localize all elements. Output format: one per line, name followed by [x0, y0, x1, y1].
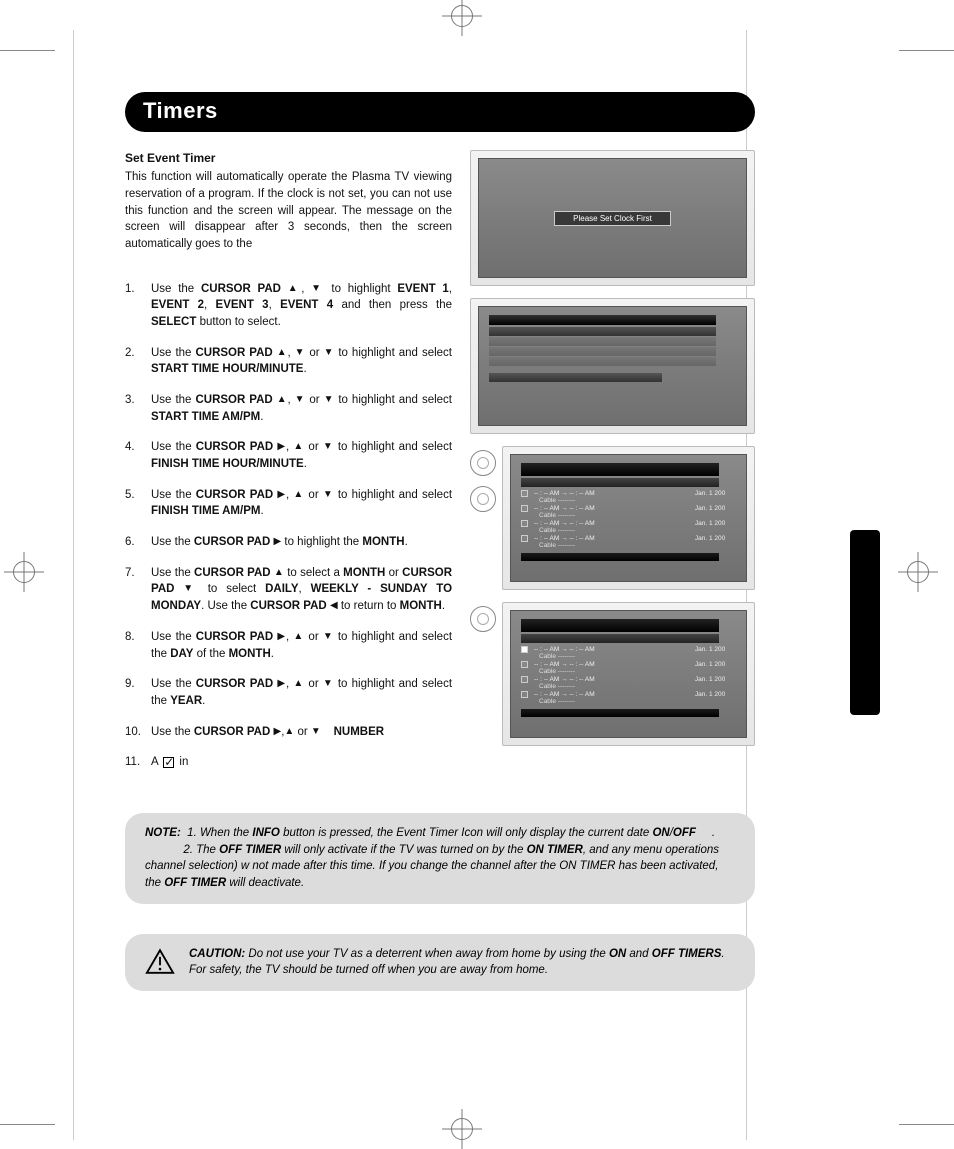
section-title: Timers [143, 98, 737, 124]
crop-mark [0, 50, 55, 51]
intro-paragraph: This function will automatically operate… [125, 169, 452, 252]
step-item: Use the CURSOR PAD ▶ to highlight the MO… [125, 534, 452, 551]
step-item: Use the CURSOR PAD ▲, ▼ or ▼ to highligh… [125, 392, 452, 425]
step-item: Use the CURSOR PAD ▶, ▲ or ▼ to highligh… [125, 676, 452, 709]
figure-column: Please Set Clock First [470, 150, 755, 785]
step-item: Use the CURSOR PAD ▶, ▲ or ▼ to highligh… [125, 487, 452, 520]
step-item: Use the CURSOR PAD ▶, ▲ or ▼ to highligh… [125, 629, 452, 662]
tv-figure-events: -- : -- AM → -- : -- AMJan. 1 200 Cable … [502, 446, 755, 590]
remote-dpad-icon [470, 450, 496, 476]
caution-box: CAUTION: Do not use your TV as a deterre… [125, 934, 755, 991]
remote-dpad-icon [470, 486, 496, 512]
page-guide [73, 30, 74, 1140]
instruction-column: Set Event Timer This function will autom… [125, 150, 452, 785]
tv-figure-events-selected: -- : -- AM → -- : -- AMJan. 1 200 Cable … [502, 602, 755, 746]
section-title-bar: Timers [125, 92, 755, 132]
tv-figure-clock: Please Set Clock First [470, 150, 755, 286]
crop-mark [899, 50, 954, 51]
note-box: NOTE: 1. When the INFO button is pressed… [125, 813, 755, 904]
warning-icon [145, 948, 175, 975]
crop-mark [899, 1124, 954, 1125]
step-item: A in [125, 754, 452, 771]
registration-mark-icon [448, 2, 476, 30]
step-item: Use the CURSOR PAD ▲ to select a MONTH o… [125, 565, 452, 615]
registration-mark-icon [904, 558, 932, 586]
tv-figure-menu [470, 298, 755, 434]
subsection-heading: Set Event Timer [125, 150, 452, 167]
step-item: Use the CURSOR PAD ▲, ▼ to highlight EVE… [125, 281, 452, 331]
section-tab [850, 530, 880, 715]
step-item: Use the CURSOR PAD ▲, ▼ or ▼ to highligh… [125, 345, 452, 378]
crop-mark [0, 1124, 55, 1125]
step-item: Use the CURSOR PAD ▶, ▲ or ▼ to highligh… [125, 439, 452, 472]
page-content: Timers Set Event Timer This function wil… [125, 92, 755, 991]
clock-warning: Please Set Clock First [554, 211, 671, 226]
remote-dpad-icon [470, 606, 496, 632]
checkmark-icon [163, 757, 174, 768]
step-list: Use the CURSOR PAD ▲, ▼ to highlight EVE… [125, 281, 452, 771]
registration-mark-icon [448, 1115, 476, 1143]
step-item: Use the CURSOR PAD ▶,▲ or ▼ NUMBER [125, 724, 452, 741]
registration-mark-icon [10, 558, 38, 586]
